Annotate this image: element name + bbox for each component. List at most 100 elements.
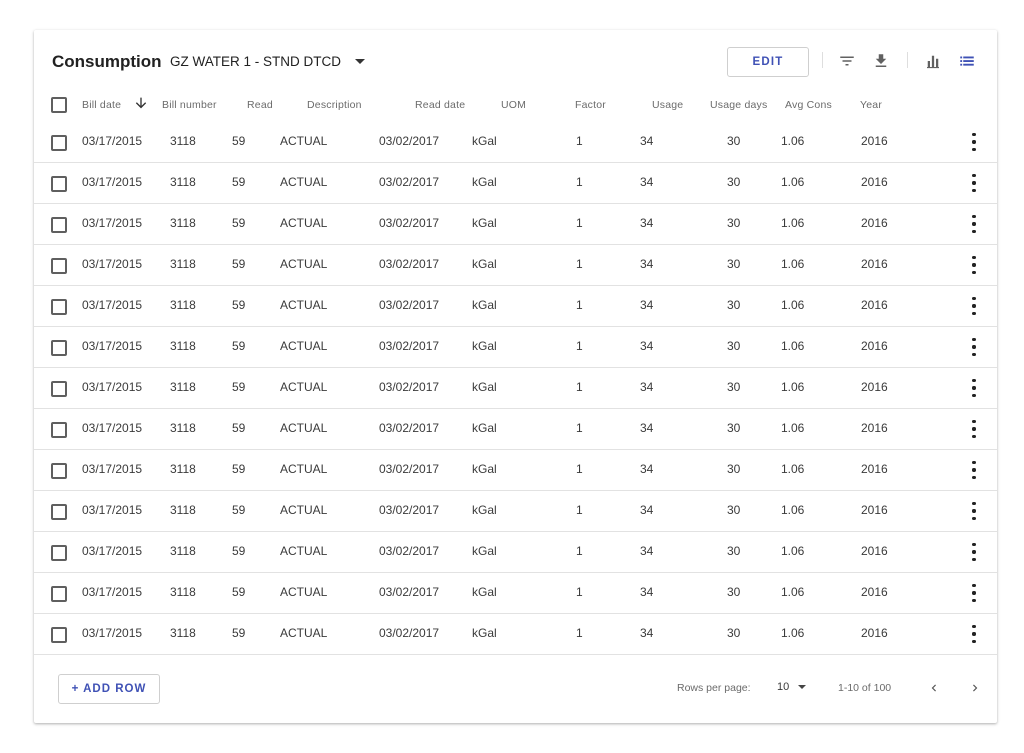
column-header-uom[interactable]: UOM bbox=[501, 99, 526, 111]
more-vert-icon[interactable] bbox=[967, 461, 981, 479]
table-row[interactable]: 03/17/2015 3118 59 ACTUAL 03/02/2017 kGal 1 34 3… bbox=[34, 573, 997, 614]
column-header-usage-days[interactable]: Usage days bbox=[710, 99, 767, 111]
cell-bill-date: 03/17/2015 bbox=[82, 462, 143, 476]
download-icon[interactable] bbox=[870, 50, 892, 72]
row-checkbox[interactable] bbox=[51, 176, 67, 192]
more-vert-icon[interactable] bbox=[967, 215, 981, 233]
cell-read-date: 03/02/2017 bbox=[379, 585, 440, 599]
cell-factor: 1 bbox=[576, 216, 583, 230]
more-vert-icon[interactable] bbox=[967, 174, 981, 192]
row-checkbox[interactable] bbox=[51, 545, 67, 561]
more-vert-icon[interactable] bbox=[967, 133, 981, 151]
table-row[interactable]: 03/17/2015 3118 59 ACTUAL 03/02/2017 kGal 1 34 3… bbox=[34, 122, 997, 163]
cell-usage: 34 bbox=[640, 216, 654, 230]
next-page-chevron-icon[interactable] bbox=[965, 678, 985, 698]
cell-bill-date: 03/17/2015 bbox=[82, 421, 143, 435]
row-checkbox[interactable] bbox=[51, 422, 67, 438]
cell-factor: 1 bbox=[576, 544, 583, 558]
row-checkbox[interactable] bbox=[51, 340, 67, 356]
cell-avg-cons: 1.06 bbox=[781, 462, 805, 476]
meter-select[interactable]: GZ WATER 1 - STND DTCD bbox=[170, 54, 365, 69]
row-checkbox[interactable] bbox=[51, 463, 67, 479]
sort-arrow-down-icon[interactable] bbox=[133, 95, 149, 114]
row-checkbox[interactable] bbox=[51, 258, 67, 274]
select-all-checkbox[interactable] bbox=[51, 97, 67, 113]
more-vert-icon[interactable] bbox=[967, 420, 981, 438]
cell-avg-cons: 1.06 bbox=[781, 626, 805, 640]
table-row[interactable]: 03/17/2015 3118 59 ACTUAL 03/02/2017 kGal 1 34 3… bbox=[34, 450, 997, 491]
list-view-icon[interactable] bbox=[956, 50, 978, 72]
cell-description: ACTUAL bbox=[280, 626, 328, 640]
row-checkbox[interactable] bbox=[51, 504, 67, 520]
more-vert-icon[interactable] bbox=[967, 338, 981, 356]
more-vert-icon[interactable] bbox=[967, 379, 981, 397]
table-row[interactable]: 03/17/2015 3118 59 ACTUAL 03/02/2017 kGal 1 34 3… bbox=[34, 204, 997, 245]
cell-factor: 1 bbox=[576, 503, 583, 517]
table-row[interactable]: 03/17/2015 3118 59 ACTUAL 03/02/2017 kGal 1 34 3… bbox=[34, 327, 997, 368]
rows-per-page-select[interactable]: 10 bbox=[777, 681, 807, 693]
dropdown-arrow-icon bbox=[798, 685, 807, 689]
cell-usage: 34 bbox=[640, 503, 654, 517]
more-vert-icon[interactable] bbox=[967, 502, 981, 520]
cell-usage: 34 bbox=[640, 257, 654, 271]
cell-factor: 1 bbox=[576, 298, 583, 312]
rows-per-page-value: 10 bbox=[777, 681, 790, 693]
cell-description: ACTUAL bbox=[280, 585, 328, 599]
more-vert-icon[interactable] bbox=[967, 256, 981, 274]
row-checkbox[interactable] bbox=[51, 627, 67, 643]
cell-read-date: 03/02/2017 bbox=[379, 134, 440, 148]
column-header-read-date[interactable]: Read date bbox=[415, 99, 465, 111]
column-header-factor[interactable]: Factor bbox=[575, 99, 606, 111]
cell-read-date: 03/02/2017 bbox=[379, 257, 440, 271]
column-header-read[interactable]: Read bbox=[247, 99, 273, 111]
column-header-description[interactable]: Description bbox=[307, 99, 362, 111]
previous-page-chevron-icon[interactable] bbox=[924, 678, 944, 698]
more-vert-icon[interactable] bbox=[967, 584, 981, 602]
column-header-usage[interactable]: Usage bbox=[652, 99, 683, 111]
row-checkbox[interactable] bbox=[51, 586, 67, 602]
cell-bill-date: 03/17/2015 bbox=[82, 175, 143, 189]
row-checkbox[interactable] bbox=[51, 135, 67, 151]
table-row[interactable]: 03/17/2015 3118 59 ACTUAL 03/02/2017 kGal 1 34 3… bbox=[34, 614, 997, 655]
row-checkbox[interactable] bbox=[51, 299, 67, 315]
rows-per-page-label: Rows per page: bbox=[677, 682, 751, 694]
cell-bill-number: 3118 bbox=[170, 503, 196, 517]
table-row[interactable]: 03/17/2015 3118 59 ACTUAL 03/02/2017 kGal 1 34 3… bbox=[34, 286, 997, 327]
bar-chart-icon[interactable] bbox=[922, 50, 944, 72]
more-vert-icon[interactable] bbox=[967, 543, 981, 561]
column-header-bill-date[interactable]: Bill date bbox=[82, 99, 121, 111]
cell-read: 59 bbox=[232, 257, 246, 271]
more-vert-icon[interactable] bbox=[967, 297, 981, 315]
cell-uom: kGal bbox=[472, 257, 497, 271]
table-header: Bill date Bill number Read Description R… bbox=[34, 94, 997, 122]
edit-button[interactable]: EDIT bbox=[727, 47, 809, 77]
table-row[interactable]: 03/17/2015 3118 59 ACTUAL 03/02/2017 kGal 1 34 3… bbox=[34, 491, 997, 532]
cell-usage: 34 bbox=[640, 134, 654, 148]
row-checkbox[interactable] bbox=[51, 381, 67, 397]
table-row[interactable]: 03/17/2015 3118 59 ACTUAL 03/02/2017 kGal 1 34 3… bbox=[34, 409, 997, 450]
cell-bill-date: 03/17/2015 bbox=[82, 626, 143, 640]
filter-icon[interactable] bbox=[836, 50, 858, 72]
column-header-bill-number[interactable]: Bill number bbox=[162, 99, 217, 111]
table-row[interactable]: 03/17/2015 3118 59 ACTUAL 03/02/2017 kGal 1 34 3… bbox=[34, 245, 997, 286]
add-row-button[interactable]: + ADD ROW bbox=[58, 674, 160, 704]
column-header-avg-cons[interactable]: Avg Cons bbox=[785, 99, 832, 111]
table-row[interactable]: 03/17/2015 3118 59 ACTUAL 03/02/2017 kGal 1 34 3… bbox=[34, 163, 997, 204]
cell-usage: 34 bbox=[640, 380, 654, 394]
column-header-year[interactable]: Year bbox=[860, 99, 882, 111]
cell-usage: 34 bbox=[640, 175, 654, 189]
cell-read: 59 bbox=[232, 380, 246, 394]
more-vert-icon[interactable] bbox=[967, 625, 981, 643]
cell-uom: kGal bbox=[472, 626, 497, 640]
cell-description: ACTUAL bbox=[280, 421, 328, 435]
cell-uom: kGal bbox=[472, 544, 497, 558]
row-checkbox[interactable] bbox=[51, 217, 67, 233]
cell-factor: 1 bbox=[576, 257, 583, 271]
table-row[interactable]: 03/17/2015 3118 59 ACTUAL 03/02/2017 kGal 1 34 3… bbox=[34, 368, 997, 409]
table-row[interactable]: 03/17/2015 3118 59 ACTUAL 03/02/2017 kGal 1 34 3… bbox=[34, 532, 997, 573]
cell-avg-cons: 1.06 bbox=[781, 298, 805, 312]
cell-usage-days: 30 bbox=[727, 257, 741, 271]
cell-bill-date: 03/17/2015 bbox=[82, 216, 143, 230]
cell-bill-date: 03/17/2015 bbox=[82, 257, 143, 271]
cell-bill-number: 3118 bbox=[170, 544, 196, 558]
